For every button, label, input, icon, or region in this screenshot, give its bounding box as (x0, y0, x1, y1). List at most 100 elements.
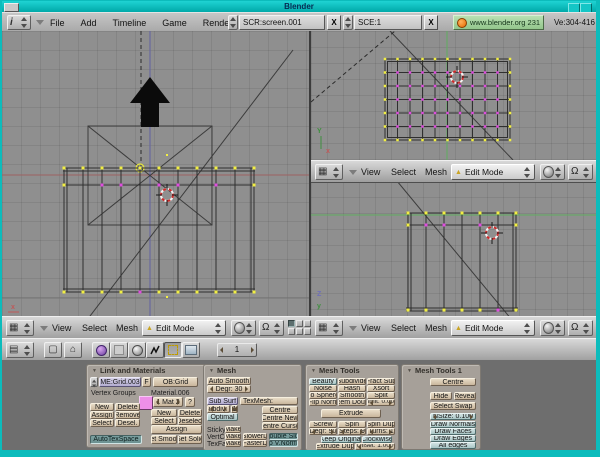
scene-browse-button[interactable] (343, 15, 353, 30)
material-select-button[interactable]: Select (151, 417, 177, 425)
slower-draw-button[interactable]: SlowerD (243, 433, 267, 440)
menu-mesh[interactable]: Mesh (425, 323, 447, 333)
mode-dropdown[interactable]: ▲ Edit Mode (142, 320, 226, 336)
texmesh-field[interactable]: TexMesh: (240, 397, 298, 405)
turns-field[interactable]: Turns: 1 (367, 428, 395, 435)
layer-cell[interactable] (288, 320, 295, 327)
logic-context-button[interactable] (92, 342, 110, 358)
editor-type-button[interactable]: ▦ (315, 320, 343, 336)
vgroup-new-button[interactable]: New (90, 403, 114, 411)
limit-field[interactable]: Limit: 0.001 (367, 399, 395, 406)
spin-dup-button[interactable]: Spin Dup (367, 421, 395, 428)
layer-cell[interactable] (304, 328, 311, 335)
subdivide-button[interactable]: Subdivide (338, 378, 366, 385)
menu-select[interactable]: Select (391, 323, 416, 333)
collapse-triangle-icon[interactable] (36, 20, 44, 25)
shading-context-button[interactable] (128, 342, 146, 358)
script-context-button[interactable] (110, 342, 128, 358)
all-edges-toggle[interactable]: All edges (430, 442, 476, 449)
subsurf-toggle[interactable]: Sub Surf (207, 397, 238, 405)
draw-type-button[interactable] (231, 320, 256, 336)
menu-mesh[interactable]: Mesh (116, 323, 138, 333)
clockwise-toggle[interactable]: Clockwise (362, 436, 392, 443)
vgroup-select-button[interactable]: Select (90, 419, 114, 427)
vgroup-remove-button[interactable]: Remove (115, 411, 140, 419)
fract-sub-button[interactable]: Fract Sub (367, 378, 395, 385)
menu-file[interactable]: File (50, 18, 65, 28)
layer-buttons-group-1[interactable] (288, 320, 311, 335)
material-help-button[interactable]: ? (185, 397, 195, 407)
draw-type-button[interactable] (540, 164, 565, 180)
offset-field[interactable]: Offset: 1.000 (355, 443, 395, 450)
select-swap-button[interactable]: Select Swap (430, 402, 476, 410)
double-sided-toggle[interactable]: Double Side (269, 433, 298, 440)
mode-dropdown[interactable]: ▲ Edit Mode (451, 320, 535, 336)
menu-view[interactable]: View (361, 323, 380, 333)
rem-doubles-button[interactable]: Rem Doub (338, 399, 366, 406)
panel-header[interactable]: ▼Mesh Tools (311, 366, 360, 375)
menu-add[interactable]: Add (81, 18, 97, 28)
collapse-triangle-icon[interactable] (349, 326, 357, 331)
draw-type-button[interactable] (540, 320, 565, 336)
autotexspace-toggle[interactable]: AutoTexSpace (90, 435, 142, 444)
screen-name-field[interactable]: SCR:screen.001 (239, 15, 325, 30)
collapse-triangle-icon[interactable] (349, 170, 357, 175)
panel-alignment-button[interactable]: ▢ (44, 342, 62, 358)
menu-select[interactable]: Select (391, 167, 416, 177)
subdiv-render-field[interactable]: 1 (231, 405, 238, 413)
panel-header[interactable]: ▼Link and Materials (92, 366, 165, 375)
no-vnormal-flip-toggle[interactable]: No V.Normal (269, 440, 298, 447)
material-new-button[interactable]: New (151, 409, 177, 417)
degr-90-field[interactable]: Degr: 90 (309, 428, 337, 435)
pivot-button[interactable]: Ω (259, 320, 284, 336)
split-button[interactable]: Split (367, 392, 395, 399)
object-name-field[interactable]: OB:Grid (153, 377, 198, 387)
xsort-button[interactable]: Xsort (367, 385, 395, 392)
beauty-toggle[interactable]: Beauty (309, 378, 337, 385)
draw-edges-toggle[interactable]: Draw Edges (430, 435, 476, 442)
auto-smooth-toggle[interactable]: Auto Smooth (207, 377, 251, 385)
pivot-button[interactable]: Ω (568, 320, 593, 336)
screw-button[interactable]: Screw (309, 421, 337, 428)
screen-delete-button[interactable]: X (327, 15, 341, 30)
object-context-button[interactable] (146, 342, 164, 358)
mesh-datablock-field[interactable]: ME:Grid.003 (99, 377, 141, 387)
editing-context-button[interactable] (164, 342, 182, 358)
hide-button[interactable]: Hide (430, 392, 452, 400)
vgroup-deselect-button[interactable]: Desel. (115, 419, 140, 427)
scene-delete-button[interactable]: X (424, 15, 438, 30)
to-sphere-button[interactable]: To Sphere (309, 392, 337, 399)
extrude-dup-button[interactable]: Extrude Dup (316, 443, 354, 450)
layer-cell[interactable] (304, 320, 311, 327)
mesh-browse-button[interactable] (90, 377, 98, 387)
menu-select[interactable]: Select (82, 323, 107, 333)
steps-field[interactable]: Steps: 9 (338, 428, 366, 435)
menu-view[interactable]: View (361, 167, 380, 177)
set-smooth-button[interactable]: Set Smooth (151, 435, 177, 444)
viewport-front[interactable]: x (2, 31, 311, 316)
viewport-side[interactable]: Z y (311, 181, 596, 316)
panel-header[interactable]: ▼Mesh Tools 1 (407, 366, 462, 375)
layer-cell[interactable] (288, 328, 295, 335)
material-delete-button[interactable]: Delete (178, 409, 202, 417)
set-solid-button[interactable]: Set Solid (178, 435, 202, 444)
subdiv-field[interactable]: Subdiv: 1 (207, 405, 230, 413)
screen-browse-button[interactable] (228, 15, 238, 30)
scene-context-button[interactable] (182, 342, 200, 358)
collapse-triangle-icon[interactable] (40, 326, 48, 331)
window-type-button[interactable]: i (7, 15, 31, 30)
panel-header[interactable]: ▼Mesh (209, 366, 236, 375)
centre-button[interactable]: Centre (262, 406, 298, 414)
mode-dropdown[interactable]: ▲ Edit Mode (451, 164, 535, 180)
material-index-field[interactable]: 1 Mat 2 (153, 397, 183, 407)
material-color-swatch[interactable] (139, 396, 153, 410)
sticky-make-button[interactable]: Make (225, 426, 241, 433)
extrude-button[interactable]: Extrude (321, 409, 381, 418)
material-assign-button[interactable]: Assign (151, 425, 202, 434)
material-deselect-button[interactable]: Deselect (178, 417, 202, 425)
layer-cell[interactable] (296, 328, 303, 335)
spin-button[interactable]: Spin (338, 421, 366, 428)
smooth-button[interactable]: Smooth (338, 392, 366, 399)
pivot-button[interactable]: Ω (568, 164, 593, 180)
hash-button[interactable]: Hash (338, 385, 366, 392)
